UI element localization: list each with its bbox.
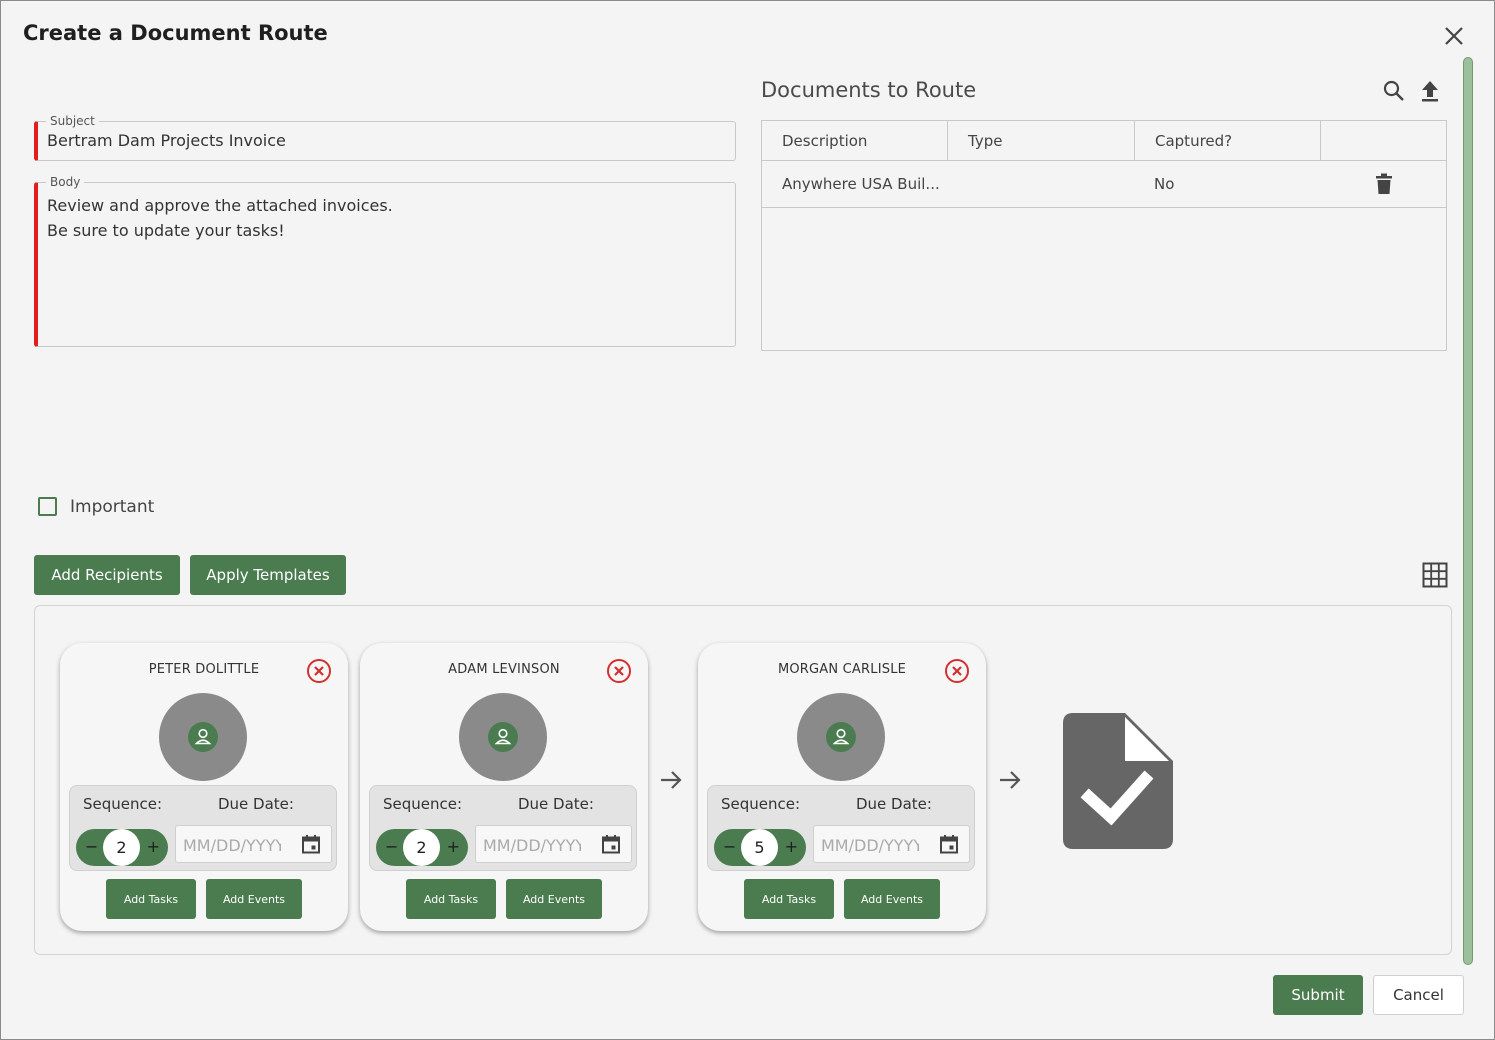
recipient-name: ADAM LEVINSON (448, 662, 560, 677)
sequence-value[interactable]: 2 (103, 829, 140, 866)
due-date-label: Due Date: (218, 795, 294, 813)
remove-circle-icon[interactable] (606, 658, 632, 684)
scrollbar[interactable] (1463, 57, 1473, 965)
cell-description: Anywhere USA Buil... (782, 175, 940, 193)
avatar (797, 693, 885, 781)
body-value[interactable]: Review and approve the attached invoices… (47, 193, 393, 243)
decrement-button[interactable]: − (385, 837, 398, 856)
due-date-placeholder: MM/DD/YYYY (821, 836, 919, 855)
avatar (459, 693, 547, 781)
calendar-icon[interactable] (939, 834, 959, 854)
body-field[interactable]: Body Review and approve the attached inv… (34, 175, 736, 347)
decrement-button[interactable]: − (723, 837, 736, 856)
due-date-input[interactable]: MM/DD/YYYY (813, 825, 970, 863)
arrow-right-icon (661, 771, 682, 789)
sequence-label: Sequence: (83, 795, 163, 813)
subject-value[interactable]: Bertram Dam Projects Invoice (47, 131, 286, 150)
remove-circle-icon[interactable] (306, 658, 332, 684)
add-tasks-button[interactable]: Add Tasks (744, 879, 834, 919)
sequence-value[interactable]: 5 (741, 829, 778, 866)
sequence-stepper[interactable]: − 2 + (376, 829, 468, 866)
column-header[interactable]: Type (948, 121, 1135, 160)
add-recipients-button[interactable]: Add Recipients (34, 555, 180, 595)
sequence-stepper[interactable]: − 2 + (76, 829, 168, 866)
apply-templates-button[interactable]: Apply Templates (190, 555, 346, 595)
search-icon[interactable] (1382, 79, 1406, 103)
column-header[interactable]: Captured? (1135, 121, 1321, 160)
column-header (1321, 121, 1446, 160)
calendar-icon[interactable] (301, 834, 321, 854)
cancel-button[interactable]: Cancel (1373, 975, 1464, 1015)
add-events-button[interactable]: Add Events (506, 879, 602, 919)
document-check-icon (1063, 713, 1173, 849)
sequence-box: Sequence: Due Date: − 2 + MM/DD/YYYY (69, 785, 337, 871)
increment-button[interactable]: + (785, 837, 798, 856)
body-line: Be sure to update your tasks! (47, 221, 285, 240)
recipient-card: PETER DOLITTLE Sequence: Due Date: − 2 +… (60, 643, 348, 931)
important-label: Important (70, 497, 155, 517)
arrow-right-icon (1000, 771, 1021, 789)
add-events-button[interactable]: Add Events (844, 879, 940, 919)
route-dialog: Create a Document Route Subject Bertram … (0, 0, 1495, 1040)
user-icon (194, 728, 212, 745)
recipient-card: ADAM LEVINSON Sequence: Due Date: − 2 + … (360, 643, 648, 931)
remove-circle-icon[interactable] (944, 658, 970, 684)
body-line: Review and approve the attached invoices… (47, 196, 393, 215)
due-date-placeholder: MM/DD/YYYY (183, 836, 281, 855)
sequence-label: Sequence: (383, 795, 463, 813)
due-date-input[interactable]: MM/DD/YYYY (175, 825, 332, 863)
dialog-title: Create a Document Route (23, 21, 328, 45)
documents-table: Description Type Captured? Anywhere USA … (761, 120, 1447, 351)
cell-captured: No (1154, 175, 1175, 193)
due-date-input[interactable]: MM/DD/YYYY (475, 825, 632, 863)
add-events-button[interactable]: Add Events (206, 879, 302, 919)
recipient-card: MORGAN CARLISLE Sequence: Due Date: − 5 … (698, 643, 986, 931)
increment-button[interactable]: + (447, 837, 460, 856)
increment-button[interactable]: + (147, 837, 160, 856)
user-icon (494, 728, 512, 745)
submit-button[interactable]: Submit (1273, 975, 1363, 1015)
recipient-name: PETER DOLITTLE (148, 662, 260, 677)
close-icon[interactable] (1441, 23, 1467, 49)
column-header[interactable]: Description (762, 121, 948, 160)
calendar-icon[interactable] (601, 834, 621, 854)
sequence-value[interactable]: 2 (403, 829, 440, 866)
sequence-box: Sequence: Due Date: − 2 + MM/DD/YYYY (369, 785, 637, 871)
add-tasks-button[interactable]: Add Tasks (106, 879, 196, 919)
add-tasks-button[interactable]: Add Tasks (406, 879, 496, 919)
sequence-box: Sequence: Due Date: − 5 + MM/DD/YYYY (707, 785, 975, 871)
important-checkbox[interactable] (38, 497, 57, 516)
due-date-placeholder: MM/DD/YYYY (483, 836, 581, 855)
sequence-label: Sequence: (721, 795, 801, 813)
user-icon (832, 728, 850, 745)
table-row[interactable]: Anywhere USA Buil... No (762, 161, 1446, 208)
recipient-name: MORGAN CARLISLE (777, 662, 907, 677)
documents-title: Documents to Route (761, 78, 977, 102)
table-header: Description Type Captured? (762, 121, 1446, 161)
grid-icon[interactable] (1422, 562, 1448, 588)
decrement-button[interactable]: − (85, 837, 98, 856)
subject-label: Subject (46, 114, 99, 128)
due-date-label: Due Date: (518, 795, 594, 813)
due-date-label: Due Date: (856, 795, 932, 813)
trash-icon[interactable] (1374, 173, 1394, 195)
avatar (159, 693, 247, 781)
upload-icon[interactable] (1418, 79, 1442, 103)
body-label: Body (46, 175, 85, 189)
subject-field[interactable]: Subject Bertram Dam Projects Invoice (34, 114, 736, 161)
sequence-stepper[interactable]: − 5 + (714, 829, 806, 866)
